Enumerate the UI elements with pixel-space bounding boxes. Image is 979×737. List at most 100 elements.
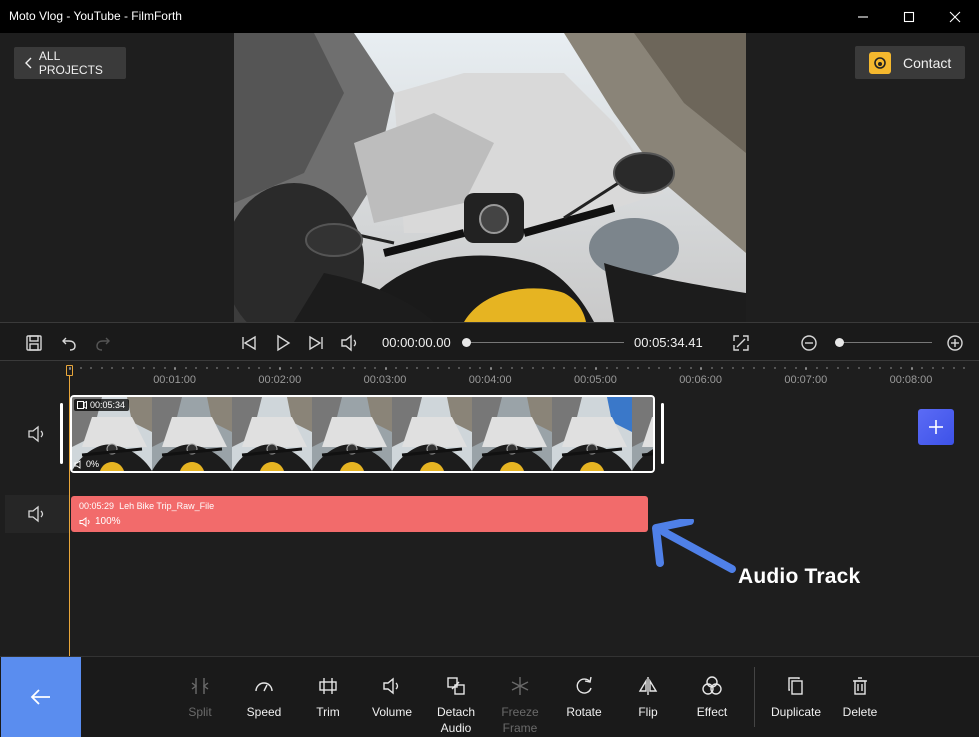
ruler-tick: [910, 367, 913, 370]
zoom-in-icon: [947, 335, 963, 351]
contact-button[interactable]: Contact: [855, 46, 965, 79]
flip-icon: [637, 675, 659, 697]
ruler-tick: [521, 367, 524, 369]
video-clip[interactable]: 00:05:34 0%: [70, 395, 655, 473]
save-button[interactable]: [24, 333, 44, 353]
undo-button[interactable]: [59, 333, 79, 353]
ruler-label: 00:04:00: [468, 374, 512, 386]
ruler-tick: [374, 367, 377, 369]
ruler-label: 00:03:00: [363, 374, 407, 386]
total-time: 00:05:34.41: [634, 335, 703, 350]
split-icon: [189, 675, 211, 697]
play-icon: [277, 334, 291, 352]
ruler-tick: [963, 367, 966, 369]
ruler-tick: [563, 367, 566, 369]
ruler-tick: [900, 367, 903, 369]
video-preview[interactable]: [234, 33, 746, 322]
ruler-tick: [510, 367, 513, 369]
window-title: Moto Vlog - YouTube - FilmForth: [9, 9, 182, 23]
ruler-tick: [721, 367, 724, 369]
add-media-button[interactable]: [918, 409, 954, 445]
tool-label: Volume: [371, 705, 413, 719]
minimize-button[interactable]: [840, 0, 886, 33]
split-tool-button[interactable]: Split: [167, 657, 233, 737]
tool-label: Rotate: [566, 705, 602, 719]
clip-thumbnail: [312, 397, 392, 471]
volume-icon: [79, 516, 90, 527]
zoom-out-button[interactable]: [799, 333, 819, 353]
maximize-button[interactable]: [886, 0, 932, 33]
duplicate-tool-button[interactable]: Duplicate: [763, 657, 829, 737]
ruler-tick: [794, 367, 797, 369]
ruler-tick: [479, 367, 482, 369]
chevron-left-icon: [25, 57, 32, 69]
zoom-in-button[interactable]: [945, 333, 965, 353]
ruler-tick: [858, 367, 860, 369]
audio-clip-duration: 00:05:29: [79, 501, 115, 511]
ruler-tick: [752, 367, 755, 369]
audio-clip-volume-badge: 100%: [79, 516, 121, 527]
all-projects-button[interactable]: ALL PROJECTS: [14, 47, 126, 79]
ruler-tick: [584, 367, 587, 369]
playhead-line[interactable]: [69, 367, 70, 656]
ruler-label: 00:05:00: [574, 374, 617, 386]
ruler-tick: [889, 367, 892, 369]
rotate-tool-button[interactable]: Rotate: [551, 657, 617, 737]
ruler-tick: [658, 367, 661, 369]
annotation-label: Audio Track: [738, 565, 861, 588]
ruler-tick: [805, 367, 808, 370]
volume-tool-button[interactable]: Volume: [359, 657, 425, 737]
ruler-tick: [216, 367, 219, 369]
volume-icon: [28, 425, 44, 443]
skip-forward-button[interactable]: [306, 333, 326, 353]
clip-thumbnail: [552, 397, 632, 471]
detach-audio-tool-button[interactable]: Detach Audio: [423, 657, 489, 737]
tool-label: Split: [188, 705, 212, 719]
clip-thumbnail: [152, 397, 232, 471]
play-button[interactable]: [273, 333, 293, 353]
volume-icon: [28, 505, 44, 523]
audio-track-volume-button[interactable]: [5, 495, 69, 533]
fullscreen-button[interactable]: [731, 333, 751, 353]
ruler-tick: [931, 367, 934, 369]
skip-forward-icon: [309, 335, 323, 351]
tool-label: Speed: [246, 705, 282, 719]
trim-tool-button[interactable]: Trim: [295, 657, 361, 737]
clip-trim-handle-right[interactable]: [661, 403, 664, 464]
ruler-label: 00:07:00: [784, 374, 828, 386]
delete-icon: [849, 675, 871, 697]
close-button[interactable]: [932, 0, 978, 33]
freeze-frame-tool-button[interactable]: Freeze Frame: [487, 657, 553, 737]
ruler-tick: [500, 367, 503, 369]
zoom-slider-knob[interactable]: [835, 338, 844, 347]
audio-clip[interactable]: 00:05:29 Leh Bike Trip_Raw_File 100%: [71, 496, 648, 532]
scrub-track[interactable]: [467, 342, 624, 343]
volume-icon: [74, 459, 81, 469]
speed-tool-button[interactable]: Speed: [231, 657, 297, 737]
ruler-tick: [595, 367, 597, 370]
ruler-tick: [489, 367, 492, 370]
tool-label: Flip: [638, 705, 658, 719]
effect-tool-button[interactable]: Effect: [679, 657, 745, 737]
ruler-tick: [868, 367, 871, 369]
delete-tool-button[interactable]: Delete: [827, 657, 893, 737]
scrub-knob[interactable]: [462, 338, 471, 347]
clip-trim-handle-left[interactable]: [60, 403, 63, 464]
tool-label: Delete: [842, 705, 878, 719]
effect-icon: [701, 675, 723, 697]
redo-button[interactable]: [93, 333, 113, 353]
ruler-tick: [90, 367, 93, 369]
preview-volume-button[interactable]: [340, 333, 360, 353]
title-bar: Moto Vlog - YouTube - FilmForth: [0, 0, 979, 33]
toolbar-divider: [754, 667, 755, 727]
flip-tool-button[interactable]: Flip: [615, 657, 681, 737]
ruler-label: 00:06:00: [679, 374, 723, 386]
zoom-slider-track[interactable]: [836, 342, 932, 343]
current-time: 00:00:00.00: [382, 335, 451, 350]
skip-back-button[interactable]: [239, 333, 259, 353]
back-button[interactable]: [1, 657, 81, 737]
clip-thumbnail: [632, 397, 653, 471]
ruler-tick: [353, 367, 356, 369]
plus-icon: [929, 420, 943, 434]
edit-toolbar: Split Speed Trim Volume Detach Audio Freeze Fra…: [0, 656, 979, 737]
